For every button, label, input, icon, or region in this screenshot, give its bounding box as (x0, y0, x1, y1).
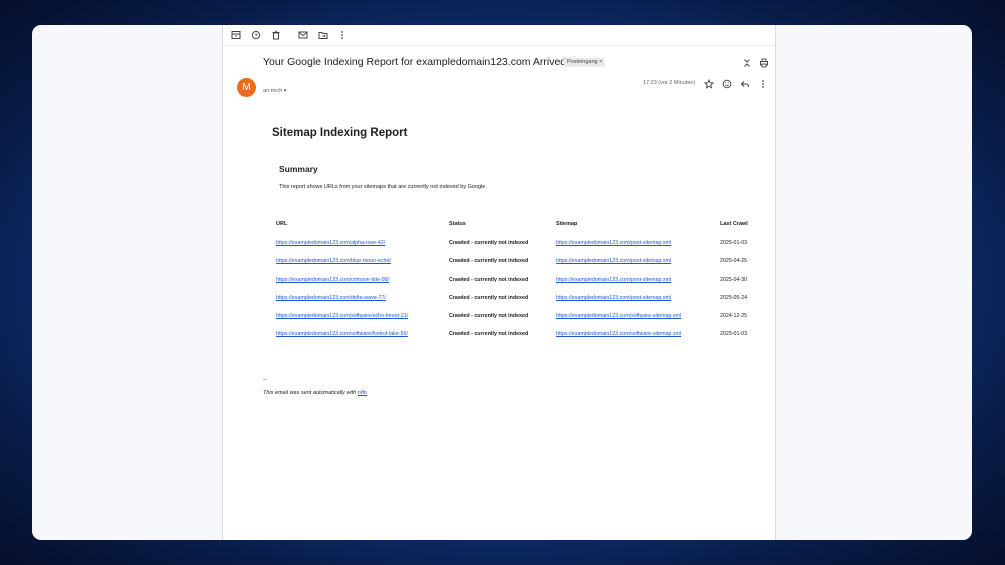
n8n-link[interactable]: n8n (358, 390, 367, 396)
inbox-label-chip[interactable]: Posteingang × (564, 58, 606, 67)
url-link[interactable]: https://exampledomain123.com/software/ec… (276, 313, 408, 319)
status-cell: Crawled - currently not indexed (449, 295, 529, 301)
last-crawl-cell: 2025-04-25 (720, 258, 748, 264)
url-link[interactable]: https://exampledomain123.com/software/fo… (276, 331, 408, 337)
sitemap-link[interactable]: https://exampledomain123.com/post-sitema… (556, 277, 671, 283)
sender-avatar[interactable]: M (237, 78, 256, 97)
last-crawl-cell: 2025-04-30 (720, 277, 748, 283)
print-icon[interactable] (759, 58, 769, 68)
status-cell: Crawled - currently not indexed (449, 313, 529, 319)
last-crawl-cell: 2024-12-25 (720, 313, 748, 319)
sitemap-link[interactable]: https://exampledomain123.com/software-si… (556, 331, 681, 337)
column-header-url: URL (276, 221, 288, 227)
summary-title: Summary (279, 164, 318, 174)
last-crawl-cell: 2025-01-03 (720, 240, 748, 246)
sitemap-link[interactable]: https://exampledomain123.com/post-sitema… (556, 258, 671, 264)
sitemap-link[interactable]: https://exampledomain123.com/post-sitema… (556, 240, 671, 246)
url-link[interactable]: https://exampledomain123.com/blue-moon-e… (276, 258, 391, 264)
email-subject: Your Google Indexing Report for exampled… (263, 56, 570, 68)
mark-unread-icon[interactable] (298, 30, 308, 40)
sitemap-link[interactable]: https://exampledomain123.com/software-si… (556, 313, 681, 319)
status-cell: Crawled - currently not indexed (449, 240, 529, 246)
status-cell: Crawled - currently not indexed (449, 331, 529, 337)
column-header-last-crawl: Last Crawl (720, 221, 748, 227)
emoji-icon[interactable] (722, 79, 732, 89)
email-timestamp: 17:23 (vor 2 Minuten) (643, 80, 696, 86)
email-view: Your Google Indexing Report for exampled… (222, 25, 776, 540)
column-header-sitemap: Sitemap (556, 221, 578, 227)
email-toolbar (223, 25, 775, 46)
snooze-icon[interactable] (251, 30, 261, 40)
signature-separator: -- (263, 377, 267, 383)
column-header-status: Status (449, 221, 466, 227)
more-vert-icon[interactable] (337, 30, 347, 40)
recipient-line[interactable]: an mich ▾ (263, 88, 287, 94)
collapse-icon[interactable] (742, 58, 752, 68)
url-link[interactable]: https://exampledomain123.com/alpha-rose-… (276, 240, 385, 246)
signature-text: This email was sent automatically with (263, 390, 358, 396)
app-window: Your Google Indexing Report for exampled… (32, 25, 972, 540)
url-link[interactable]: https://exampledomain123.com/delta-wave-… (276, 295, 386, 301)
archive-icon[interactable] (231, 30, 241, 40)
url-link[interactable]: https://exampledomain123.com/crimson-tid… (276, 277, 389, 283)
reply-icon[interactable] (740, 79, 750, 89)
status-cell: Crawled - currently not indexed (449, 277, 529, 283)
sitemap-link[interactable]: https://exampledomain123.com/post-sitema… (556, 295, 671, 301)
report-title: Sitemap Indexing Report (272, 127, 408, 139)
last-crawl-cell: 2025-05-24 (720, 295, 748, 301)
signature-line: This email was sent automatically with n… (263, 390, 367, 396)
last-crawl-cell: 2025-01-03 (720, 331, 748, 337)
delete-icon[interactable] (271, 30, 281, 40)
status-cell: Crawled - currently not indexed (449, 258, 529, 264)
move-to-icon[interactable] (318, 30, 328, 40)
star-icon[interactable] (704, 79, 714, 89)
more-vert-icon[interactable] (758, 79, 768, 89)
summary-text: This report shows URLs from your sitemap… (279, 184, 487, 190)
